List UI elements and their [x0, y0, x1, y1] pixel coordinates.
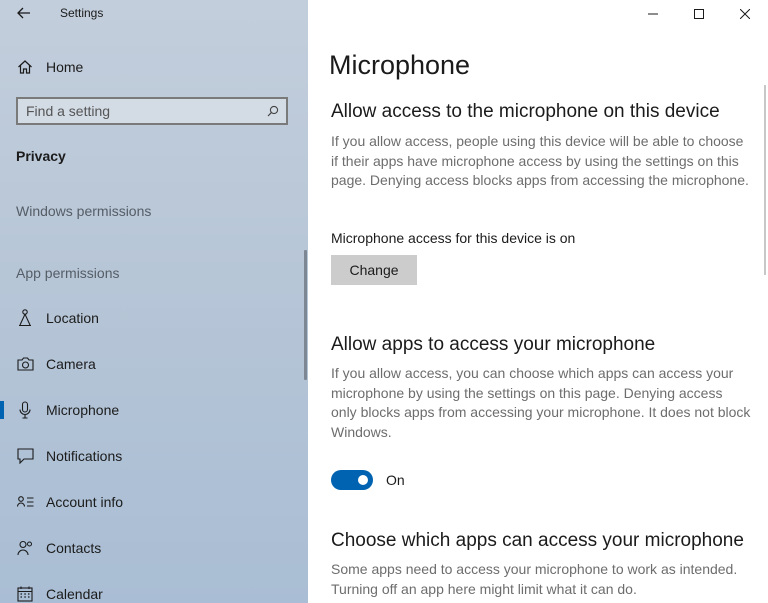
toggle-state-label: On [386, 472, 405, 488]
sidebar-item-label: Calendar [46, 586, 103, 602]
main-scrollbar[interactable] [764, 85, 766, 275]
section-heading-privacy: Privacy [16, 148, 66, 164]
close-icon [740, 9, 750, 19]
account-info-icon [16, 493, 34, 511]
change-button[interactable]: Change [331, 255, 417, 285]
search-icon[interactable] [262, 100, 284, 122]
sidebar-item-label: Location [46, 310, 99, 326]
device-access-status: Microphone access for this device is on [331, 230, 576, 246]
app-access-heading: Allow apps to access your microphone [331, 334, 656, 355]
toggle-knob [358, 475, 368, 485]
title-bar: Settings [0, 0, 308, 28]
sidebar-item-contacts[interactable]: Contacts [0, 533, 300, 563]
group-label-windows-permissions: Windows permissions [16, 203, 152, 219]
sidebar-item-notifications[interactable]: Notifications [0, 441, 300, 471]
back-arrow-icon [17, 7, 30, 19]
calendar-icon [16, 585, 34, 603]
location-icon [16, 309, 34, 327]
sidebar-item-label: Microphone [46, 402, 120, 418]
page-title: Microphone [329, 50, 471, 80]
sidebar-item-camera[interactable]: Camera [0, 349, 300, 379]
contacts-icon [16, 539, 34, 557]
close-button[interactable] [722, 0, 768, 28]
sidebar-item-label: Notifications [46, 448, 123, 464]
back-button[interactable] [12, 3, 36, 23]
choose-apps-description: Some apps need to access your microphone… [331, 561, 738, 597]
sidebar-item-label: Contacts [46, 540, 102, 556]
settings-window: Settings Home Privacy Windows permission… [0, 0, 768, 603]
notifications-icon [16, 447, 34, 465]
sidebar-item-account-info[interactable]: Account info [0, 487, 300, 517]
home-label: Home [46, 59, 84, 75]
maximize-icon [694, 9, 704, 19]
main-content: Microphone Allow access to the microphon… [308, 0, 768, 603]
app-title: Settings [60, 6, 104, 20]
app-access-description: If you allow access, you can choose whic… [331, 365, 751, 440]
maximize-button[interactable] [676, 0, 722, 28]
home-nav-item[interactable]: Home [16, 56, 83, 78]
app-access-toggle[interactable] [331, 470, 373, 490]
device-access-description: If you allow access, people using this d… [331, 133, 749, 188]
device-access-heading: Allow access to the microphone on this d… [331, 101, 720, 122]
search-box[interactable] [16, 97, 288, 125]
sidebar: Settings Home Privacy Windows permission… [0, 0, 308, 603]
sidebar-item-calendar[interactable]: Calendar [0, 579, 300, 603]
choose-apps-heading: Choose which apps can access your microp… [331, 530, 744, 551]
sidebar-scrollbar[interactable] [304, 250, 307, 380]
sidebar-item-location[interactable]: Location [0, 303, 300, 333]
app-access-toggle-row: On [331, 469, 405, 491]
window-controls [630, 0, 768, 28]
sidebar-item-microphone[interactable]: Microphone [0, 395, 300, 425]
group-label-app-permissions: App permissions [16, 265, 120, 281]
sidebar-item-label: Account info [46, 494, 124, 510]
search-input[interactable] [18, 99, 262, 123]
minimize-button[interactable] [630, 0, 676, 28]
microphone-icon [16, 401, 34, 419]
minimize-icon [648, 13, 658, 15]
sidebar-item-label: Camera [46, 356, 96, 372]
home-icon [16, 58, 34, 76]
camera-icon [16, 355, 34, 373]
